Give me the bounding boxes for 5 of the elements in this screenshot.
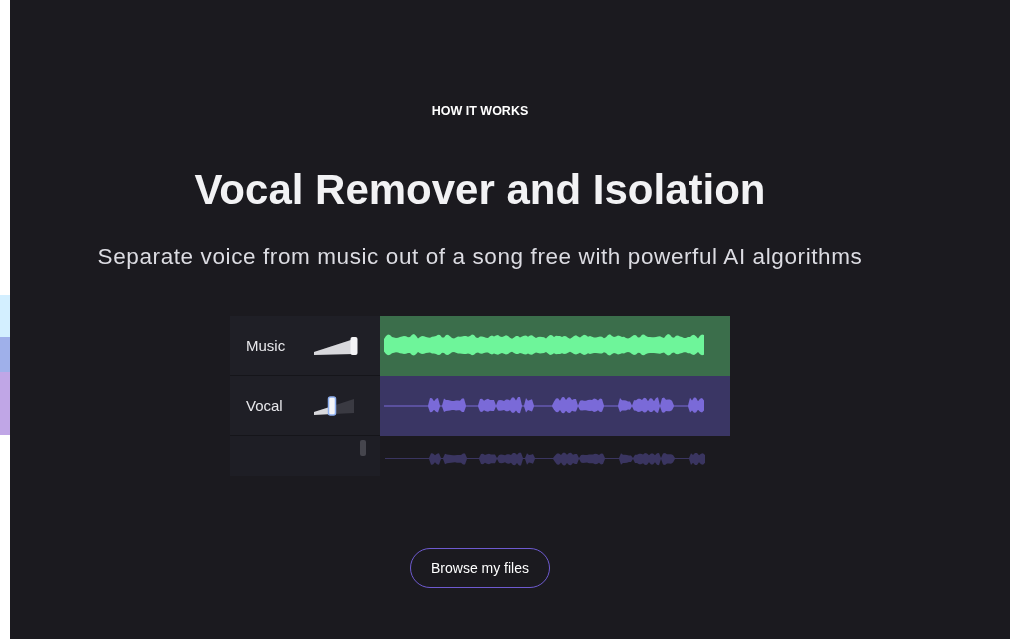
track-label: Music xyxy=(246,337,286,354)
track-label: Vocal xyxy=(246,397,283,414)
section-title: Vocal Remover and Isolation xyxy=(194,166,766,214)
section-subtitle: Separate voice from music out of a song free with powerful AI algorithms xyxy=(97,244,863,270)
section-eyebrow: HOW IT WORKS xyxy=(431,104,529,118)
